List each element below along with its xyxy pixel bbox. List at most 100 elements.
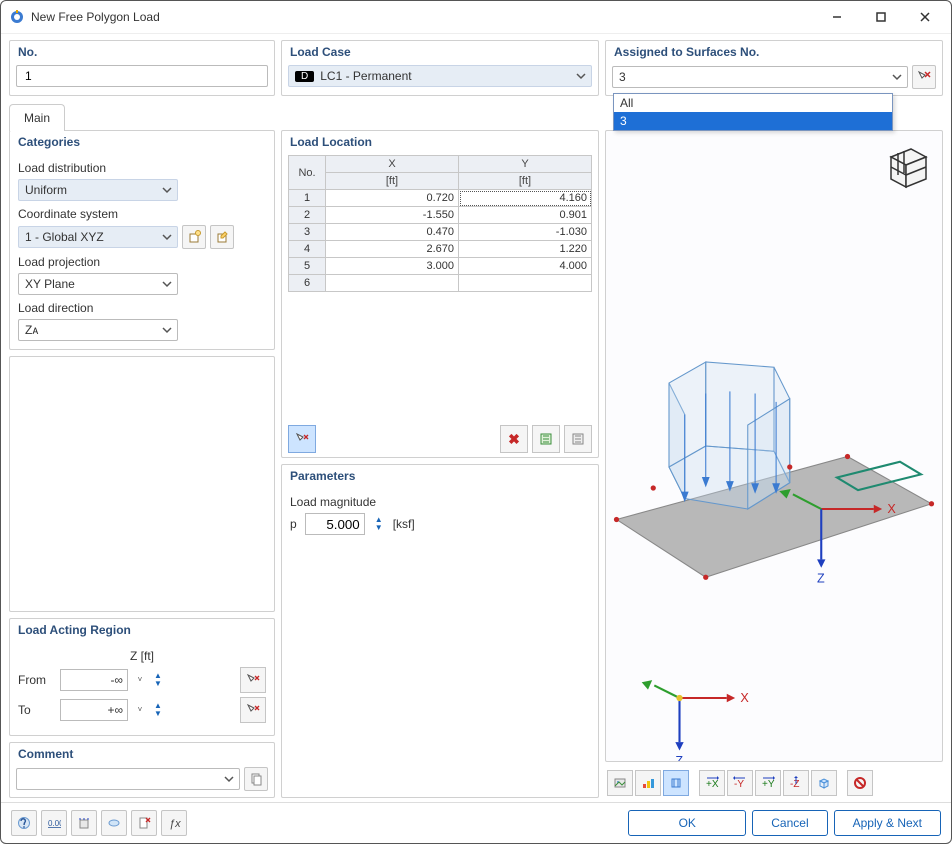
table-row[interactable]: 42.6701.220 [289, 241, 592, 258]
no-header: No. [10, 41, 274, 65]
location-header: Load Location [282, 131, 598, 155]
to-stepper[interactable]: ▲▼ [152, 702, 164, 718]
location-table[interactable]: No. X Y [ft] [ft] 10.7204.1602-1.5500.90… [288, 155, 592, 292]
world-z-label: Z [675, 754, 683, 761]
table-row[interactable]: 2-1.5500.901 [289, 207, 592, 224]
vp-display-button[interactable] [607, 770, 633, 796]
chevron-down-icon [891, 71, 903, 83]
table-row[interactable]: 30.470-1.030 [289, 224, 592, 241]
viewport-toolbar: +X -Y +Y -Z [605, 768, 943, 798]
from-dropdown-toggle[interactable]: ˅ [134, 676, 146, 684]
from-value-input[interactable]: -∞ [60, 669, 128, 691]
maximize-button[interactable] [859, 2, 903, 32]
footer: 0.00 ƒx OK Cancel Apply & Next [1, 802, 951, 843]
load-magnitude-label: Load magnitude [290, 495, 590, 509]
vp-minus-z-button[interactable]: -Z [783, 770, 809, 796]
load-distribution-label: Load distribution [18, 161, 266, 175]
export-button[interactable] [532, 425, 560, 453]
app-icon [9, 9, 25, 25]
col-no: No. [289, 156, 326, 190]
svg-text:0.00: 0.00 [48, 819, 61, 828]
chevron-down-icon [161, 324, 173, 336]
chevron-down-icon [161, 231, 173, 243]
panel-empty [9, 356, 275, 612]
p-value-input[interactable] [305, 513, 365, 535]
delete-row-button[interactable]: ✖ [500, 425, 528, 453]
titlebar: New Free Polygon Load [1, 1, 951, 34]
new-cs-button[interactable] [182, 225, 206, 249]
to-value-input[interactable]: +∞ [60, 699, 128, 721]
window-title: New Free Polygon Load [31, 10, 815, 24]
vp-plus-x-button[interactable]: +X [699, 770, 725, 796]
world-x-label: X [740, 691, 749, 705]
svg-text:+Y: +Y [762, 779, 775, 790]
doc-delete-button[interactable] [131, 810, 157, 836]
assigned-option-all[interactable]: All [614, 94, 892, 112]
cancel-button[interactable]: Cancel [752, 810, 827, 836]
vp-load-display-button[interactable] [663, 770, 689, 796]
to-dropdown-toggle[interactable]: ˅ [134, 706, 146, 714]
vp-plus-y-button[interactable]: +Y [755, 770, 781, 796]
svg-text:ƒx: ƒx [169, 818, 181, 830]
close-button[interactable] [903, 2, 947, 32]
assigned-value: 3 [619, 70, 626, 84]
col-y-unit: [ft] [459, 173, 592, 190]
table-row[interactable]: 6 [289, 275, 592, 292]
load-distribution-dropdown[interactable]: Uniform [18, 179, 178, 201]
svg-text:-Z: -Z [790, 779, 799, 790]
vp-iso-view-button[interactable] [811, 770, 837, 796]
col-x: X [326, 156, 459, 173]
from-label: From [18, 673, 54, 687]
chevron-down-icon [223, 773, 235, 785]
comment-header: Comment [10, 743, 274, 767]
acting-header: Load Acting Region [10, 619, 274, 643]
load-case-badge: D [295, 71, 314, 82]
cloudy-button[interactable] [101, 810, 127, 836]
script-button[interactable]: ƒx [161, 810, 187, 836]
p-stepper[interactable]: ▲▼ [373, 516, 385, 532]
viewport-3d[interactable]: X Z X Z [605, 130, 943, 762]
table-row[interactable]: 10.7204.160 [289, 190, 592, 207]
load-direction-dropdown[interactable]: Zᴀ [18, 319, 178, 341]
assigned-dropdown[interactable]: 3 All 3 [612, 66, 908, 88]
p-symbol: p [290, 517, 297, 531]
load-projection-label: Load projection [18, 255, 266, 269]
vp-reset-button[interactable] [847, 770, 873, 796]
ok-button[interactable]: OK [628, 810, 746, 836]
assigned-header: Assigned to Surfaces No. [606, 41, 942, 65]
load-distribution-value: Uniform [25, 183, 67, 197]
load-case-header: Load Case [282, 41, 598, 65]
vp-minus-y-button[interactable]: -Y [727, 770, 753, 796]
from-stepper[interactable]: ▲▼ [152, 672, 164, 688]
table-row[interactable]: 53.0004.000 [289, 258, 592, 275]
load-projection-dropdown[interactable]: XY Plane [18, 273, 178, 295]
pick-surfaces-button[interactable] [912, 65, 936, 89]
svg-text:+X: +X [706, 779, 719, 790]
load-case-dropdown[interactable]: D LC1 - Permanent [288, 65, 592, 87]
from-pick-button[interactable] [240, 667, 266, 693]
to-label: To [18, 703, 54, 717]
comment-copy-button[interactable] [244, 767, 268, 791]
p-unit: [ksf] [393, 517, 415, 531]
load-library-button[interactable] [71, 810, 97, 836]
categories-header: Categories [10, 131, 274, 155]
panel-assigned-surfaces: Assigned to Surfaces No. 3 All 3 [605, 40, 943, 96]
comment-input[interactable] [16, 768, 240, 790]
tab-main[interactable]: Main [9, 104, 65, 131]
assigned-option-3[interactable]: 3 [614, 112, 892, 130]
load-projection-value: XY Plane [25, 277, 75, 291]
edit-cs-button[interactable] [210, 225, 234, 249]
vp-colors-button[interactable] [635, 770, 661, 796]
col-y: Y [459, 156, 592, 173]
chevron-down-icon [161, 278, 173, 290]
no-input[interactable] [16, 65, 268, 87]
units-button[interactable]: 0.00 [41, 810, 67, 836]
to-pick-button[interactable] [240, 697, 266, 723]
svg-text:-Y: -Y [734, 779, 744, 790]
coordinate-system-dropdown[interactable]: 1 - Global XYZ [18, 226, 178, 248]
apply-next-button[interactable]: Apply & Next [834, 810, 941, 836]
help-button[interactable] [11, 810, 37, 836]
pick-point-button[interactable] [288, 425, 316, 453]
import-button[interactable] [564, 425, 592, 453]
minimize-button[interactable] [815, 2, 859, 32]
